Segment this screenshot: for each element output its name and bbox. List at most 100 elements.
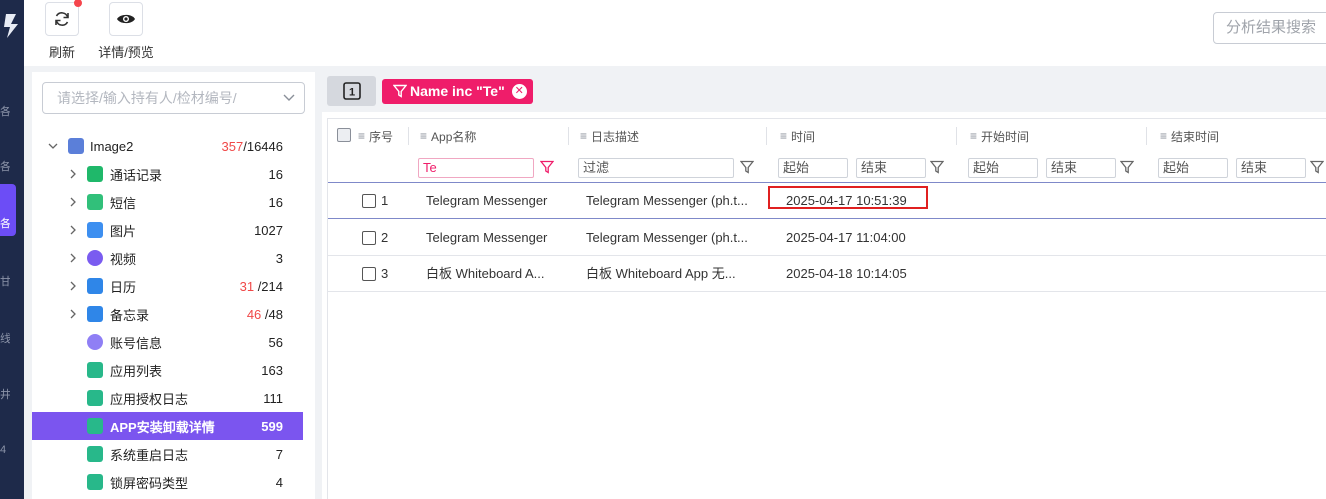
- tree-item[interactable]: 应用列表 163: [32, 356, 303, 384]
- tree-item-label: 备忘录: [110, 307, 150, 323]
- tree-item[interactable]: 系统重启日志 7: [32, 440, 303, 468]
- column-header-start-time[interactable]: ≡ 开始时间: [970, 119, 1029, 153]
- chevron-right-icon[interactable]: [67, 280, 79, 292]
- end-time-start-filter[interactable]: 起始: [1158, 158, 1228, 178]
- list-icon: [87, 446, 103, 462]
- eye-icon: [117, 14, 135, 24]
- total-count: 111: [263, 390, 283, 406]
- tree-item-label: Image2: [90, 138, 134, 154]
- row-checkbox[interactable]: [362, 267, 376, 281]
- tree-item[interactable]: 视频 3: [32, 244, 303, 272]
- picture-icon: [87, 222, 103, 238]
- rail-item-4[interactable]: 甘: [0, 273, 10, 289]
- calendar-icon: [87, 278, 103, 294]
- analysis-search-input[interactable]: 分析结果搜索: [1213, 12, 1326, 44]
- total-count: 163: [261, 362, 283, 378]
- tree-item-label: 应用授权日志: [110, 391, 189, 407]
- chevron-right-icon[interactable]: [67, 224, 79, 236]
- tree-item-count: 357/16446: [222, 139, 283, 154]
- column-header-end-time[interactable]: ≡ 结束时间: [1160, 119, 1219, 153]
- tree-item[interactable]: 锁屏密码类型 4: [32, 468, 303, 496]
- phone-icon: [87, 166, 103, 182]
- filter-chip-label: Name inc "Te": [410, 83, 505, 99]
- time-end-filter[interactable]: 结束: [856, 158, 926, 178]
- column-header-app-name[interactable]: ≡ App名称: [420, 119, 476, 153]
- chevron-right-icon[interactable]: [67, 308, 79, 320]
- main-panel: 1 Name inc "Te" ✕ ≡ 序号 ≡ App名称 ≡ 日志描述 ≡ 时间 ≡…: [322, 72, 1326, 499]
- sms-icon: [87, 194, 103, 210]
- tree-item[interactable]: 图片 1027: [32, 216, 303, 244]
- row-index: 1: [381, 193, 389, 208]
- row-index: 2: [381, 230, 389, 245]
- tree-item[interactable]: 短信 16: [32, 188, 303, 216]
- rail-item-6[interactable]: 井: [0, 386, 10, 402]
- rail-item-3[interactable]: 各: [0, 215, 10, 231]
- rail-item-5[interactable]: 线: [0, 330, 10, 346]
- case-select-placeholder: 请选择/输入持有人/检材编号/: [57, 90, 237, 106]
- tree-item-label: 账号信息: [110, 335, 163, 351]
- rail-item-1[interactable]: 各: [0, 103, 10, 119]
- filter-funnel-icon[interactable]: [540, 160, 554, 174]
- time-start-filter[interactable]: 起始: [778, 158, 848, 178]
- total-count: /48: [264, 306, 283, 322]
- app-logo-icon: [4, 14, 18, 38]
- rail-item-2[interactable]: 各: [0, 158, 10, 174]
- rail-item-7[interactable]: 4: [0, 444, 10, 456]
- tree-item[interactable]: 应用授权日志 111: [32, 384, 303, 412]
- tree-item-label: 通话记录: [110, 167, 163, 183]
- app-name-filter-input[interactable]: Te: [418, 158, 534, 178]
- highlight-box: [768, 186, 928, 209]
- column-menu-icon: ≡: [358, 129, 366, 143]
- page-number: 1: [348, 87, 354, 99]
- tree-item[interactable]: 日历 31 /214: [32, 272, 303, 300]
- tree-item-count: 111: [263, 391, 283, 406]
- unread-count: 357: [221, 138, 244, 154]
- filter-icon: [393, 84, 407, 98]
- select-all-checkbox[interactable]: [337, 128, 351, 142]
- tree-item[interactable]: Image2 357/16446: [32, 132, 303, 160]
- account-icon: [87, 334, 103, 350]
- column-header-description[interactable]: ≡ 日志描述: [580, 119, 639, 153]
- row-description: 白板 Whiteboard App 无...: [586, 266, 736, 281]
- filter-funnel-icon[interactable]: [930, 160, 944, 174]
- tree-item[interactable]: 通话记录 16: [32, 160, 303, 188]
- row-checkbox[interactable]: [362, 231, 376, 245]
- case-select[interactable]: 请选择/输入持有人/检材编号/: [42, 82, 305, 114]
- refresh-button[interactable]: 刷新: [32, 0, 92, 61]
- list-icon: [87, 418, 103, 434]
- chevron-right-icon[interactable]: [67, 168, 79, 180]
- filter-funnel-icon[interactable]: [740, 160, 754, 174]
- chevron-right-icon[interactable]: [67, 252, 79, 264]
- unread-count: 31: [239, 278, 255, 294]
- tree-item-count: 4: [276, 475, 283, 490]
- chevron-right-icon[interactable]: [67, 196, 79, 208]
- total-count: 16: [268, 194, 283, 210]
- chevron-down-icon[interactable]: [47, 140, 59, 152]
- tree-item[interactable]: APP安装卸载详情 599: [32, 412, 303, 440]
- start-time-start-filter[interactable]: 起始: [968, 158, 1038, 178]
- tree-item-label: 应用列表: [110, 363, 163, 379]
- filter-funnel-icon[interactable]: [1120, 160, 1134, 174]
- column-header-time[interactable]: ≡ 时间: [780, 119, 815, 153]
- column-header-index[interactable]: ≡ 序号: [358, 119, 393, 153]
- total-count: /16446: [243, 138, 283, 154]
- page-number-button[interactable]: 1: [327, 76, 376, 106]
- active-filter-chip[interactable]: Name inc "Te" ✕: [382, 79, 533, 104]
- row-app-name: Telegram Messenger: [426, 193, 548, 208]
- preview-button[interactable]: 详情/预览: [96, 2, 156, 61]
- image-file-icon: [68, 138, 84, 154]
- row-checkbox[interactable]: [362, 194, 376, 208]
- column-menu-icon: ≡: [970, 129, 978, 143]
- unread-count: 46: [246, 306, 262, 322]
- filter-funnel-icon[interactable]: [1310, 160, 1324, 174]
- description-filter-input[interactable]: 过滤: [578, 158, 734, 178]
- tree-item[interactable]: 备忘录 46 /48: [32, 300, 303, 328]
- end-time-end-filter[interactable]: 结束: [1236, 158, 1306, 178]
- tree-item-count: 31 /214: [240, 279, 283, 294]
- row-app-name: Telegram Messenger: [426, 230, 548, 245]
- tree-item[interactable]: 账号信息 56: [32, 328, 303, 356]
- table-row[interactable]: 2 Telegram Messenger Telegram Messenger …: [328, 220, 1326, 256]
- start-time-end-filter[interactable]: 结束: [1046, 158, 1116, 178]
- table-row[interactable]: 3 白板 Whiteboard A... 白板 Whiteboard App 无…: [328, 256, 1326, 292]
- remove-filter-icon[interactable]: ✕: [511, 84, 527, 99]
